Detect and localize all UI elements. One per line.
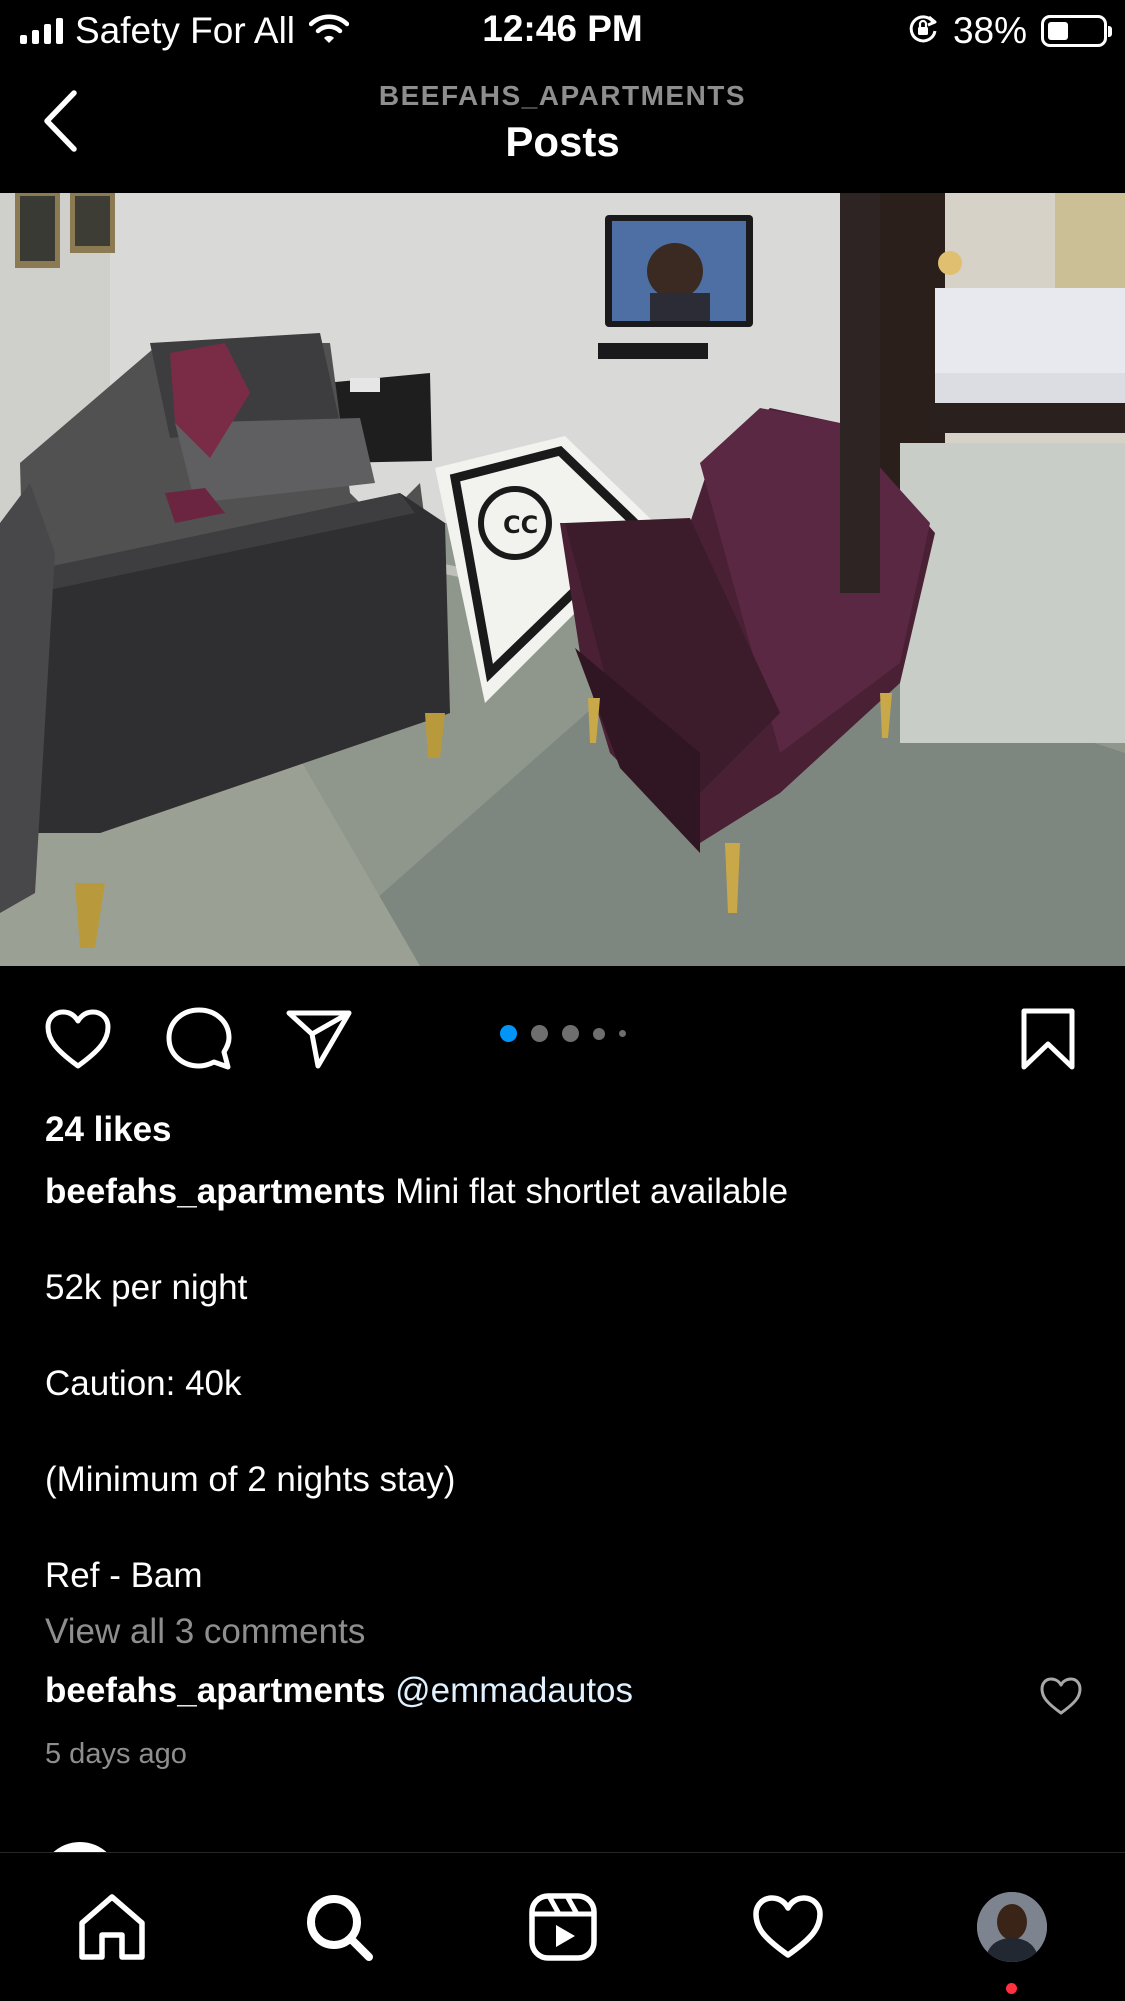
post-action-bar: [0, 995, 1125, 1080]
tab-profile[interactable]: [972, 1887, 1052, 1967]
notification-dot: [1006, 1983, 1017, 1994]
search-icon: [307, 1895, 373, 1961]
account-name[interactable]: BEEFAHS_APARTMENTS: [0, 80, 1125, 112]
caption-line: Caution: 40k: [45, 1364, 242, 1403]
heart-icon: [753, 1895, 823, 1958]
instagram-post-screen: Safety For All 12:46 PM 38% BEEFAHS_APAR…: [0, 0, 1125, 2001]
reels-icon: [529, 1893, 597, 1961]
carousel-dot: [592, 1027, 605, 1040]
carousel-dot: [618, 1030, 626, 1037]
comment-mention[interactable]: @emmadautos: [395, 1671, 633, 1710]
svg-text:CC: CC: [503, 511, 538, 539]
caption-line: Ref - Bam: [45, 1556, 203, 1595]
nav-header: BEEFAHS_APARTMENTS Posts: [0, 62, 1125, 192]
caption-username[interactable]: beefahs_apartments: [45, 1172, 385, 1211]
heart-icon: [1040, 1677, 1082, 1715]
bottom-tab-bar: [0, 1852, 1125, 2001]
comment-like-button[interactable]: [1039, 1676, 1083, 1716]
tab-home[interactable]: [72, 1887, 152, 1967]
battery-icon: [1041, 15, 1112, 47]
orientation-lock-icon: [907, 13, 939, 50]
home-icon: [79, 1894, 145, 1960]
carousel-dot: [530, 1025, 548, 1042]
post-caption: beefahs_apartments Mini flat shortlet av…: [45, 1168, 1085, 1600]
status-right: 38%: [907, 8, 1112, 54]
post-image[interactable]: CC: [0, 193, 1125, 966]
status-bar: Safety For All 12:46 PM 38%: [0, 0, 1125, 62]
carousel-dot: [561, 1025, 579, 1042]
post-timestamp: 5 days ago: [45, 1738, 187, 1770]
tab-activity[interactable]: [748, 1887, 828, 1967]
save-button[interactable]: [1012, 1003, 1084, 1075]
carousel-indicator: [0, 1025, 1125, 1042]
battery-level: [1048, 22, 1068, 40]
avatar: [977, 1892, 1047, 1962]
bookmark-icon: [1021, 1008, 1075, 1070]
likes-count[interactable]: 24 likes: [45, 1110, 172, 1150]
battery-percentage: 38%: [952, 10, 1027, 51]
tab-reels[interactable]: [523, 1887, 603, 1967]
caption-line: (Minimum of 2 nights stay): [45, 1460, 456, 1499]
tab-search[interactable]: [299, 1887, 379, 1967]
comment-row: beefahs_apartments @emmadautos: [45, 1671, 633, 1711]
caption-line: 52k per night: [45, 1268, 248, 1307]
carousel-dot: [499, 1025, 517, 1042]
comment-username[interactable]: beefahs_apartments: [45, 1671, 385, 1710]
caption-line: Mini flat shortlet available: [395, 1172, 789, 1211]
page-title: Posts: [505, 118, 620, 165]
view-all-comments-link[interactable]: View all 3 comments: [45, 1612, 365, 1652]
